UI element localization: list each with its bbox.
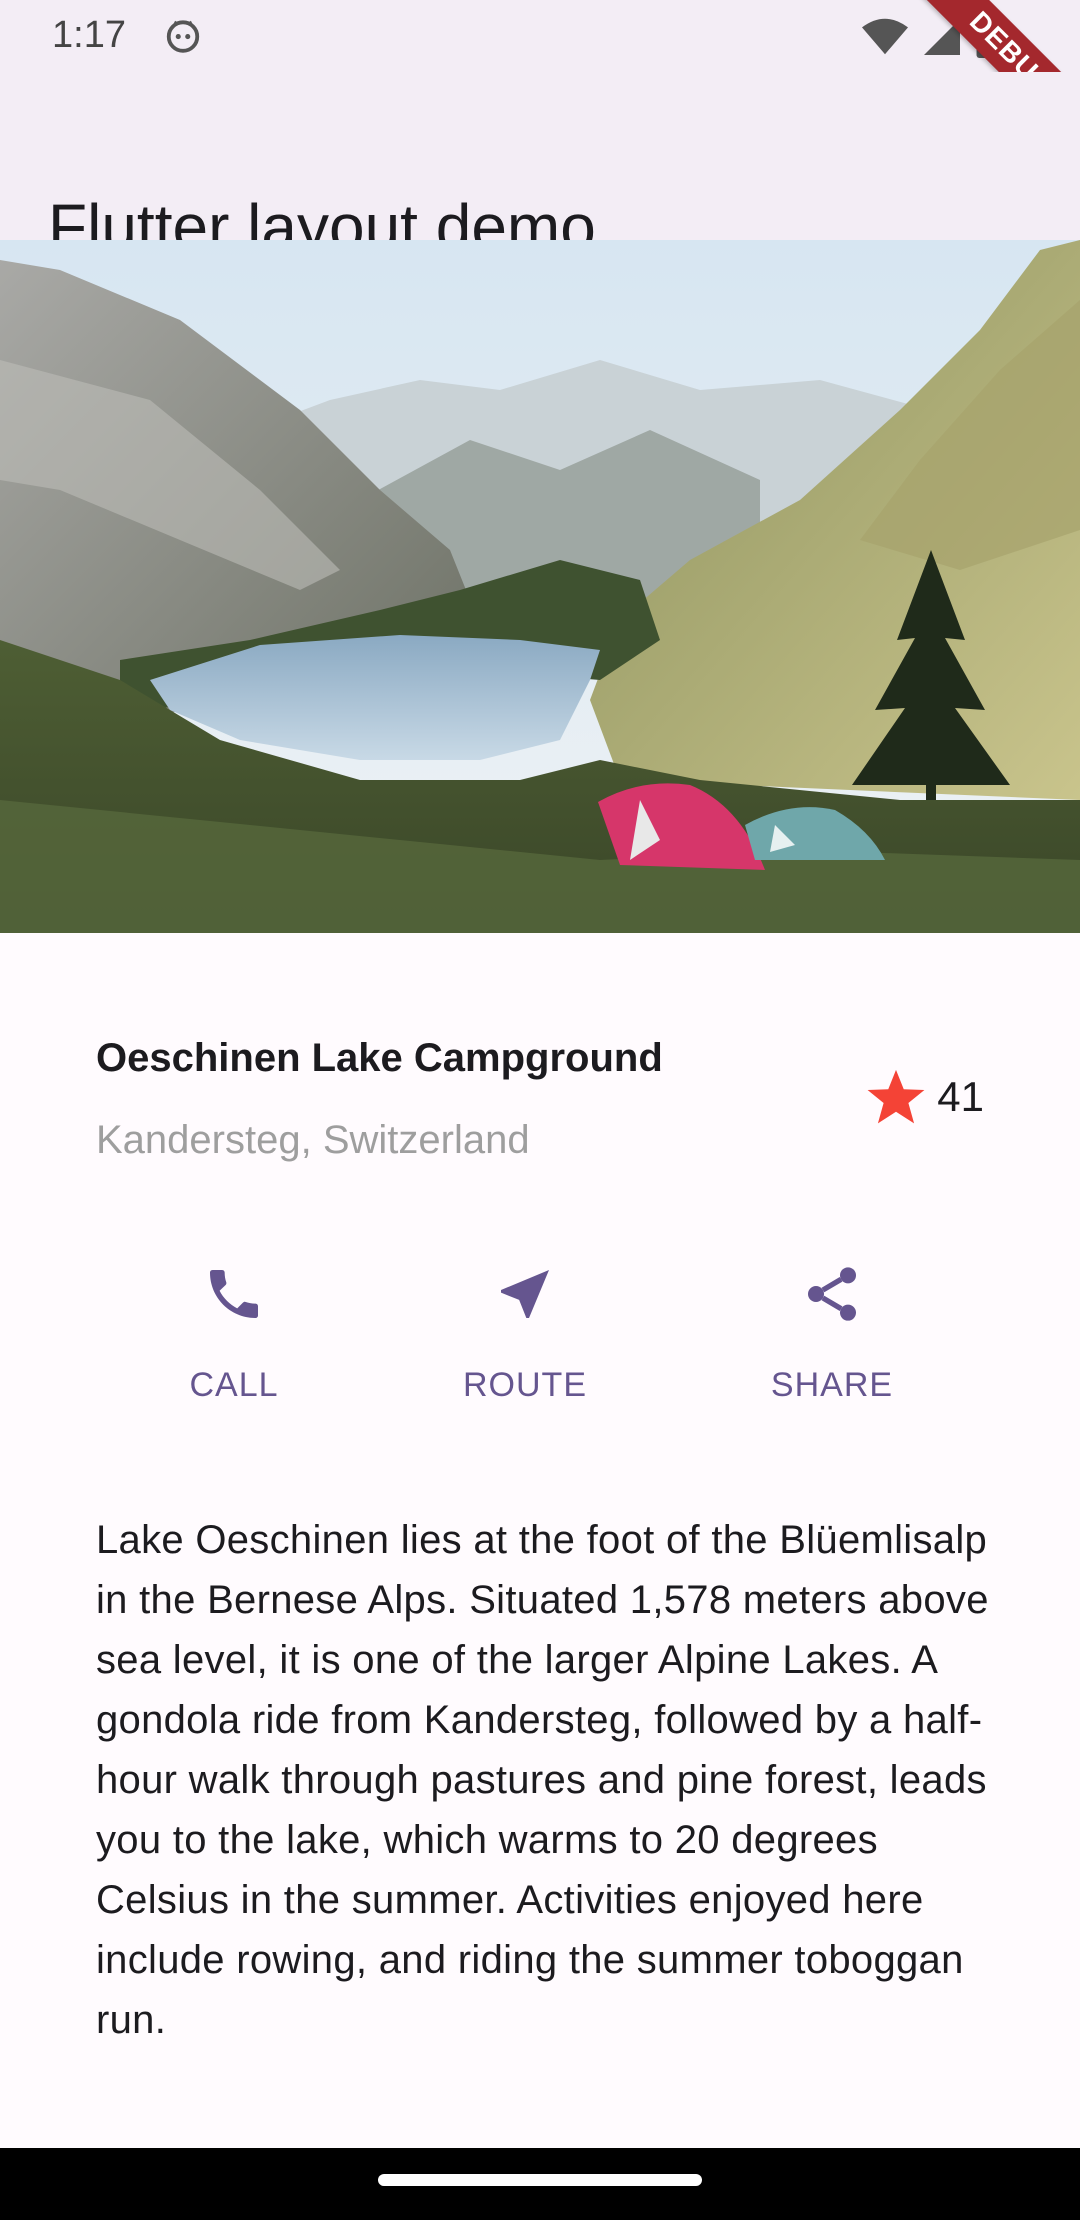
description-text: Lake Oeschinen lies at the foot of the B… xyxy=(96,1518,989,2042)
notification-face-icon xyxy=(166,20,200,53)
system-nav-bar xyxy=(0,2148,1080,2220)
rating-count: 41 xyxy=(937,1073,984,1120)
route-label: ROUTE xyxy=(463,1366,587,1404)
hero-image xyxy=(0,240,1080,933)
title-section: Oeschinen Lake Campground Kandersteg, Sw… xyxy=(96,1030,984,1180)
place-name: Oeschinen Lake Campground xyxy=(96,1036,663,1080)
route-button[interactable]: ROUTE xyxy=(415,1262,635,1422)
phone-icon xyxy=(210,1270,258,1318)
app-bar: Flutter layout demo xyxy=(0,72,1080,263)
status-time: 1:17 xyxy=(52,14,126,56)
action-buttons: CALL ROUTE SHARE xyxy=(0,1262,1080,1422)
status-bar: 1:17 xyxy=(0,0,1080,72)
rating: 41 xyxy=(865,1066,984,1128)
call-button[interactable]: CALL xyxy=(124,1262,344,1422)
wifi-icon xyxy=(862,18,908,55)
share-label: SHARE xyxy=(770,1366,894,1404)
place-location: Kandersteg, Switzerland xyxy=(96,1118,530,1162)
home-gesture-handle[interactable] xyxy=(378,2174,702,2186)
star-icon xyxy=(867,1069,925,1124)
navigation-icon xyxy=(501,1270,549,1318)
lake-landscape-image xyxy=(0,240,1080,933)
share-button[interactable]: SHARE xyxy=(722,1262,942,1422)
call-label: CALL xyxy=(189,1366,279,1404)
share-icon xyxy=(808,1267,856,1321)
